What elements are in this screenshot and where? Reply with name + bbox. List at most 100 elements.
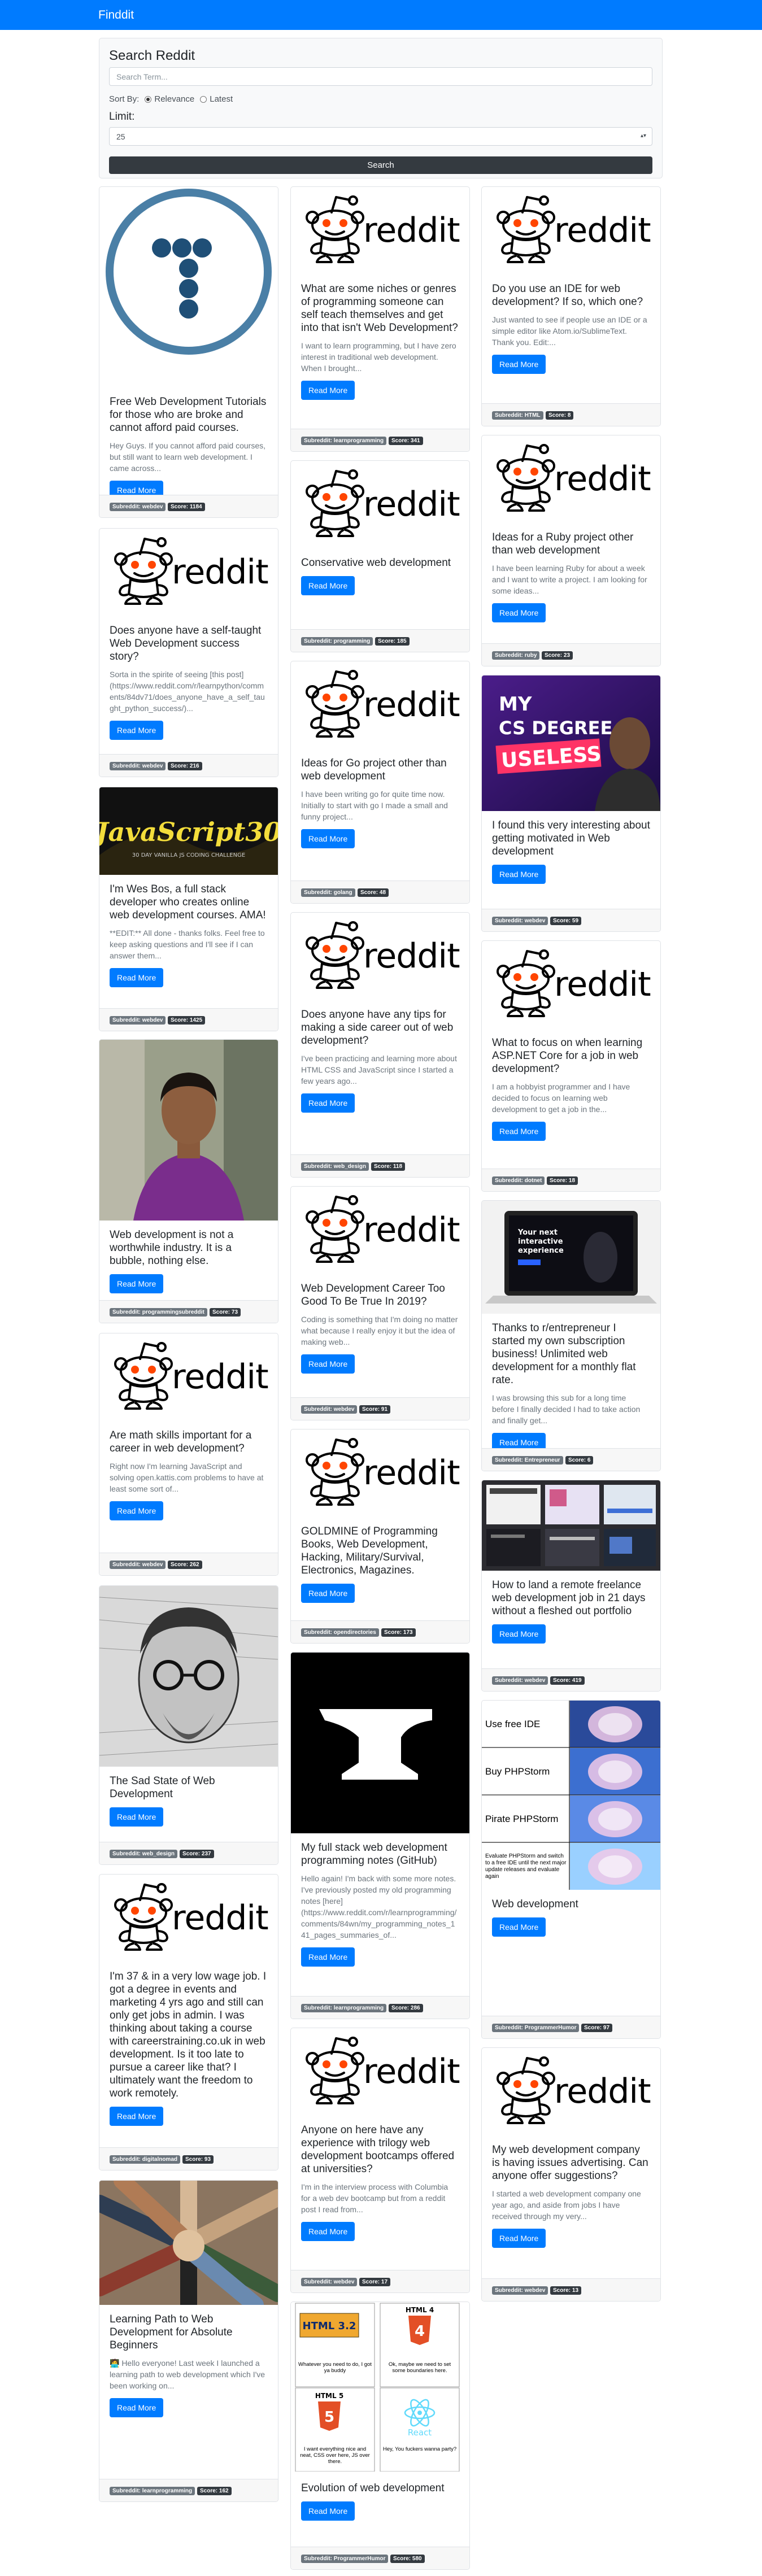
card-image: reddit	[291, 661, 469, 749]
card-body: Web development is not a worthwhile indu…	[110, 1228, 268, 1293]
card-body: Anyone on here have any experience with …	[301, 2124, 459, 2241]
subreddit-badge: Subreddit: webdev	[492, 1676, 548, 1685]
read-more-button[interactable]: Read More	[301, 1354, 355, 1374]
read-more-button[interactable]: Read More	[492, 2229, 546, 2248]
sort-relevance-radio[interactable]	[145, 95, 152, 103]
svg-text:reddit: reddit	[363, 1453, 460, 1493]
limit-select[interactable]: 25 ▴▾	[109, 127, 652, 146]
laptop-line-2: interactive	[518, 1237, 563, 1246]
score-badge: Score: 1425	[168, 1016, 206, 1025]
svg-text:reddit: reddit	[554, 965, 651, 1004]
read-more-button[interactable]: Read More	[301, 576, 355, 595]
subreddit-badge: Subreddit: webdev	[110, 1561, 166, 1569]
read-more-button[interactable]: Read More	[301, 381, 355, 400]
sort-relevance-label[interactable]: Relevance	[154, 94, 194, 104]
subreddit-badge: Subreddit: learnprogramming	[110, 2487, 195, 2495]
card-body: What to focus on when learning ASP.NET C…	[492, 1036, 650, 1141]
card-image: reddit	[291, 913, 469, 1000]
sort-label: Sort By:	[109, 94, 140, 104]
svg-text:reddit: reddit	[554, 2072, 651, 2111]
card-image: reddit	[291, 187, 469, 274]
search-button[interactable]: Search	[109, 156, 652, 174]
card-title: Anyone on here have any experience with …	[301, 2124, 455, 2175]
result-card: The Sad State of Web Development Read Mor…	[99, 1585, 278, 1865]
read-more-button[interactable]: Read More	[301, 1093, 355, 1113]
result-card: reddit My web development company is hav…	[481, 2047, 661, 2302]
svg-text:reddit: reddit	[172, 1357, 268, 1397]
evolution-panel-html5: HTML 55 I want everything nice and neat,…	[295, 2387, 375, 2472]
read-more-button[interactable]: Read More	[110, 1501, 164, 1520]
svg-text:reddit: reddit	[554, 459, 651, 499]
subreddit-badge: Subreddit: ProgrammerHumor	[492, 2024, 580, 2032]
subreddit-badge: Subreddit: golang	[301, 888, 355, 897]
score-badge: Score: 419	[550, 1676, 585, 1685]
cs-degree-line-1: MY	[499, 693, 532, 716]
subreddit-badge: Subreddit: learnprogramming	[301, 2004, 387, 2012]
card-image: JavaScript30 30 DAY VANILLA JS CODING CH…	[99, 787, 278, 875]
read-more-button[interactable]: Read More	[492, 865, 546, 884]
score-badge: Score: 48	[358, 888, 389, 897]
read-more-button[interactable]: Read More	[110, 721, 164, 740]
card-body: I'm 37 & in a very low wage job. I got a…	[110, 1970, 268, 2126]
read-more-button[interactable]: Read More	[301, 2501, 355, 2521]
card-image	[291, 1653, 469, 1833]
read-more-button[interactable]: Read More	[301, 2222, 355, 2241]
read-more-button[interactable]: Read More	[301, 1584, 355, 1603]
card-image: Use free IDE Buy PHPStorm Pirate PHPStor…	[482, 1701, 660, 1890]
card-title: My full stack web development programmin…	[301, 1842, 447, 1867]
subreddit-badge: Subreddit: webdev	[301, 2278, 358, 2286]
svg-text:reddit: reddit	[363, 485, 460, 524]
read-more-button[interactable]: Read More	[110, 1274, 164, 1293]
read-more-button[interactable]: Read More	[301, 829, 355, 848]
subreddit-badge: Subreddit: webdev	[110, 762, 166, 770]
brand-link[interactable]: Finddit	[98, 8, 134, 22]
card-image	[99, 187, 278, 387]
card-title: Learning Path to Web Development for Abs…	[110, 2313, 233, 2351]
card-title: The Sad State of Web Development	[110, 1775, 215, 1800]
card-body: My web development company is having iss…	[492, 2143, 650, 2248]
score-badge: Score: 18	[547, 1176, 578, 1185]
card-footer: Subreddit: ProgrammerHumor Score: 580	[291, 2547, 469, 2569]
read-more-button[interactable]: Read More	[492, 1917, 546, 1937]
score-badge: Score: 118	[371, 1162, 406, 1171]
svg-text:reddit: reddit	[554, 211, 651, 250]
card-body: Do you use an IDE for web development? I…	[492, 282, 650, 374]
svg-text:reddit: reddit	[363, 2052, 460, 2091]
card-footer: Subreddit: webdev Score: 419	[482, 1668, 660, 1691]
search-input[interactable]	[109, 67, 652, 86]
read-more-button[interactable]: Read More	[110, 1807, 164, 1827]
read-more-button[interactable]: Read More	[492, 355, 546, 374]
subreddit-badge: Subreddit: ruby	[492, 651, 540, 660]
read-more-button[interactable]: Read More	[110, 2398, 164, 2417]
select-arrows-icon: ▴▾	[640, 133, 646, 139]
card-footer: Subreddit: webdev Score: 13	[482, 2278, 660, 2301]
subreddit-badge: Subreddit: webdev	[492, 917, 548, 925]
card-text: I am a hobbyist programmer and I have de…	[492, 1082, 630, 1114]
read-more-button[interactable]: Read More	[301, 1947, 355, 1967]
card-title: Does anyone have a self-taught Web Devel…	[110, 625, 262, 662]
card-footer: Subreddit: web_design Score: 237	[99, 1842, 278, 1864]
card-title: Ideas for a Ruby project other than web …	[492, 531, 634, 556]
read-more-button[interactable]: Read More	[492, 603, 546, 622]
card-title: Does anyone have any tips for making a s…	[301, 1009, 454, 1047]
sort-latest-label[interactable]: Latest	[210, 94, 233, 104]
read-more-button[interactable]: Read More	[110, 968, 164, 987]
card-body: Web Development Career Too Good To Be Tr…	[301, 1282, 459, 1374]
read-more-button[interactable]: Read More	[110, 2107, 164, 2126]
read-more-button[interactable]: Read More	[492, 1624, 546, 1644]
subreddit-badge: Subreddit: programming	[301, 637, 373, 646]
top-navbar: Finddit	[0, 0, 762, 30]
read-more-button[interactable]: Read More	[492, 1122, 546, 1141]
score-badge: Score: 8	[546, 411, 574, 420]
card-body: How to land a remote freelance web devel…	[492, 1579, 650, 1644]
card-footer: Subreddit: webdev Score: 216	[99, 754, 278, 777]
card-text: 🧑‍💻 Hello everyone! Last week I launched…	[110, 2359, 265, 2390]
result-card: HTML 3.2 Whatever you need to do, I got …	[290, 2302, 470, 2570]
card-body: Ideas for a Ruby project other than web …	[492, 531, 650, 622]
result-card: reddit Anyone on here have any experienc…	[290, 2028, 470, 2293]
score-badge: Score: 237	[180, 1850, 214, 1858]
score-badge: Score: 13	[550, 2286, 582, 2295]
card-image: reddit	[291, 2028, 469, 2116]
result-card: How to land a remote freelance web devel…	[481, 1480, 661, 1692]
sort-latest-radio[interactable]	[200, 95, 207, 103]
